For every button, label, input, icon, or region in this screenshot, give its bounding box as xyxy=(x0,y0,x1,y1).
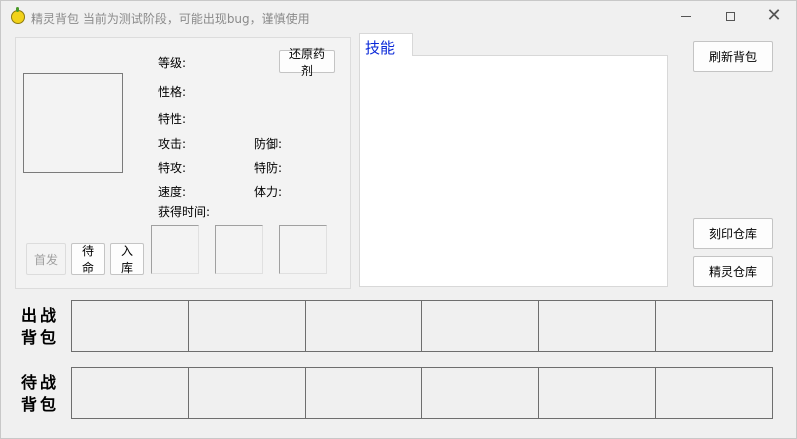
sp-attack-label: 特攻: xyxy=(158,161,187,175)
pet-warehouse-button[interactable]: 精灵仓库 xyxy=(693,256,773,287)
skills-panel xyxy=(359,55,668,287)
title-bar[interactable]: 精灵背包 当前为测试阶段，可能出现bug，谨慎使用 ✕ xyxy=(1,1,796,33)
maximize-button[interactable] xyxy=(715,5,745,27)
store-button[interactable]: 入库 xyxy=(110,243,144,275)
close-icon: ✕ xyxy=(766,5,782,26)
trait-label: 特性: xyxy=(158,112,187,126)
item-slot[interactable] xyxy=(215,225,263,274)
battle-bag-label-line2: 背包 xyxy=(21,328,60,347)
standby-bag-slot[interactable] xyxy=(71,367,189,419)
obtained-time-label: 获得时间: xyxy=(158,205,211,219)
battle-bag-slot[interactable] xyxy=(655,300,773,352)
battle-bag-slots xyxy=(71,300,773,352)
minimize-icon xyxy=(681,15,691,17)
item-slot[interactable] xyxy=(279,225,327,274)
standby-bag-slot[interactable] xyxy=(655,367,773,419)
window-title: 精灵背包 当前为测试阶段，可能出现bug，谨慎使用 xyxy=(31,12,310,26)
attack-label: 攻击: xyxy=(158,137,187,151)
standby-bag-slots xyxy=(71,367,773,419)
pet-avatar xyxy=(23,73,123,173)
item-slot[interactable] xyxy=(151,225,199,274)
hp-label: 体力: xyxy=(254,185,283,199)
battle-bag-slot[interactable] xyxy=(187,300,306,352)
nature-label: 性格: xyxy=(158,85,187,99)
level-label: 等级: xyxy=(158,56,187,70)
defense-label: 防御: xyxy=(254,137,283,151)
tab-skills[interactable]: 技能 xyxy=(359,33,413,57)
battle-bag-slot[interactable] xyxy=(71,300,189,352)
standby-bag-label-line1: 待战 xyxy=(21,373,60,392)
imprint-warehouse-button[interactable]: 刻印仓库 xyxy=(693,218,773,249)
close-button[interactable]: ✕ xyxy=(759,5,789,27)
standby-bag-slot[interactable] xyxy=(538,367,657,419)
restore-potion-button[interactable]: 还原药剂 xyxy=(279,47,335,78)
battle-bag-label: 出战 背包 xyxy=(21,305,65,349)
app-window: 精灵背包 当前为测试阶段，可能出现bug，谨慎使用 ✕ 等级: 还原药剂 性格:… xyxy=(0,0,797,439)
refresh-bag-button[interactable]: 刷新背包 xyxy=(693,41,773,72)
speed-label: 速度: xyxy=(158,185,187,199)
standby-bag-slot[interactable] xyxy=(187,367,306,419)
standby-button[interactable]: 待命 xyxy=(71,243,105,275)
sp-defense-label: 特防: xyxy=(254,161,283,175)
standby-bag-label: 待战 背包 xyxy=(21,372,65,416)
pet-info-panel: 等级: 还原药剂 性格: 特性: 攻击: 防御: 特攻: 特防: 速度: 体力:… xyxy=(15,37,351,289)
standby-bag-label-line2: 背包 xyxy=(21,395,60,414)
battle-bag-slot[interactable] xyxy=(421,300,540,352)
maximize-icon xyxy=(725,11,735,21)
battle-bag-slot[interactable] xyxy=(304,300,423,352)
app-icon xyxy=(11,7,25,24)
minimize-button[interactable] xyxy=(671,5,701,27)
battle-bag-label-line1: 出战 xyxy=(21,306,60,325)
battle-bag-slot[interactable] xyxy=(538,300,657,352)
set-first-button[interactable]: 首发 xyxy=(26,243,66,275)
standby-bag-slot[interactable] xyxy=(421,367,540,419)
standby-bag-slot[interactable] xyxy=(304,367,423,419)
